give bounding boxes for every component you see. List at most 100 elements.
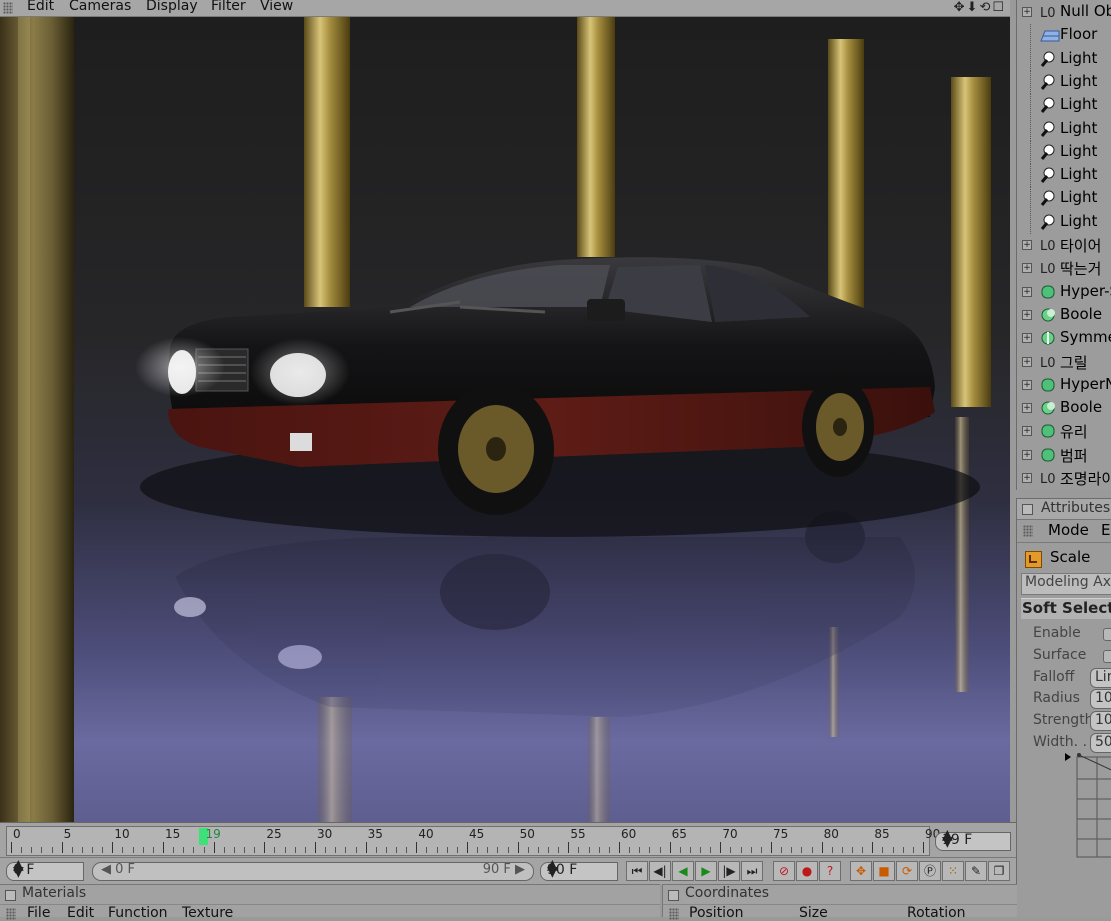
object-row[interactable]: Light	[1017, 94, 1111, 118]
ruler-tick	[51, 847, 53, 853]
prev-frame-button[interactable]: ◀|	[649, 861, 671, 881]
go-to-start-button[interactable]: ⏮	[626, 861, 648, 881]
object-row[interactable]: + L0 그릴	[1017, 351, 1111, 374]
object-row[interactable]: + Symmet	[1017, 327, 1111, 350]
falloff-curve-graph[interactable]	[1063, 749, 1111, 859]
param-value-field[interactable]: 10	[1090, 689, 1111, 710]
object-row[interactable]: Light	[1017, 164, 1111, 188]
play-backward-button[interactable]: ◀	[672, 861, 694, 881]
soft-selection-tab[interactable]: Soft Selectio	[1021, 598, 1111, 619]
object-row[interactable]: + Boole	[1017, 304, 1111, 327]
panel-toggle-box[interactable]	[5, 890, 16, 901]
object-row[interactable]: Light	[1017, 117, 1111, 141]
menubar-grip[interactable]	[3, 2, 13, 14]
current-frame-field[interactable]: 19 F ▲ ▼	[935, 828, 1011, 851]
expand-icon[interactable]: +	[1022, 356, 1032, 367]
object-row[interactable]: Light	[1017, 70, 1111, 94]
object-row[interactable]: + L0 Null Obj	[1017, 1, 1111, 24]
menu-mode[interactable]: Mode	[1048, 521, 1089, 539]
menu-edit[interactable]: Edit	[27, 0, 54, 14]
interpolation-button[interactable]: ✎	[965, 861, 987, 881]
ruler-tick	[264, 842, 266, 853]
param-value-field[interactable]: Line	[1090, 667, 1111, 688]
null-icon: L0	[1039, 470, 1057, 487]
param-checkbox[interactable]	[1103, 628, 1111, 641]
ruler-tick	[679, 847, 681, 853]
expand-icon[interactable]: +	[1022, 473, 1032, 483]
object-row[interactable]: + 유리	[1017, 420, 1111, 443]
scheme-button[interactable]: ❐	[988, 861, 1010, 881]
expand-icon[interactable]: +	[1022, 403, 1032, 414]
object-row[interactable]: + HyperNU	[1017, 374, 1111, 397]
panel-toggle-box[interactable]	[668, 890, 679, 901]
panel-toggle-box[interactable]	[1022, 504, 1033, 515]
materials-menu: File Edit Function Texture	[0, 904, 660, 921]
record-scale-button[interactable]: ■	[873, 861, 895, 881]
record-rotation-button[interactable]: ⟳	[896, 861, 918, 881]
object-row[interactable]: Light	[1017, 210, 1111, 234]
record-parameter-button[interactable]: Ⓟ	[919, 861, 941, 881]
object-row[interactable]: + Boole	[1017, 397, 1111, 420]
expand-icon[interactable]: +	[1022, 426, 1032, 437]
expand-icon[interactable]: +	[1022, 263, 1032, 274]
materials-menu-function[interactable]: Function	[108, 905, 168, 921]
materials-menu-texture[interactable]: Texture	[182, 905, 233, 921]
ruler-tick	[335, 847, 337, 853]
object-row[interactable]: Light	[1017, 187, 1111, 211]
ruler-tick	[558, 847, 560, 853]
expand-icon[interactable]: +	[1022, 286, 1032, 297]
autokey-button[interactable]: ●	[796, 861, 818, 881]
go-to-end-button[interactable]: ⏭	[741, 861, 763, 881]
spin-arrows-icon[interactable]: ▲ ▼	[942, 828, 1008, 849]
ruler-tick	[416, 842, 418, 853]
record-button[interactable]: ⊘	[773, 861, 795, 881]
param-label: Radius	[1033, 690, 1080, 707]
next-frame-button[interactable]: |▶	[718, 861, 740, 881]
menu-filter[interactable]: Filter	[211, 0, 246, 14]
preview-range-slider[interactable]: ◀ 0 F 90 F ▶	[92, 862, 534, 881]
ruler-tick-label: 0	[13, 827, 21, 841]
menu-cameras[interactable]: Cameras	[69, 0, 131, 14]
object-row[interactable]: + L0 조명라이	[1017, 467, 1111, 490]
viewport-nav-icons[interactable]: ✥⬇⟲☐	[954, 0, 1006, 15]
param-checkbox[interactable]	[1103, 649, 1111, 663]
coordinates-grip[interactable]	[669, 908, 679, 920]
3d-viewport[interactable]	[0, 17, 1010, 822]
object-row[interactable]: Floor	[1017, 24, 1111, 48]
expand-icon[interactable]: +	[1022, 240, 1032, 250]
modeling-axis-tab[interactable]: Modeling Axi	[1021, 573, 1111, 595]
keyframe-selection-button[interactable]: ?	[819, 861, 841, 881]
timeline-ruler[interactable]: 0 5 10 15 19 25 30 35 40 45 50 55 60 65 70 75 80 85 90	[6, 826, 940, 856]
menu-view[interactable]: View	[260, 0, 293, 14]
param-value-field[interactable]: 10	[1090, 711, 1111, 732]
object-label: Light	[1060, 95, 1098, 114]
column-position: Position	[689, 905, 744, 921]
materials-menu-edit[interactable]: Edit	[67, 905, 94, 921]
object-row[interactable]: Light	[1017, 47, 1111, 71]
expand-icon[interactable]: +	[1022, 7, 1032, 17]
pole	[577, 17, 615, 257]
object-row[interactable]: + 범퍼	[1017, 444, 1111, 467]
attributes-menu-grip[interactable]	[1023, 525, 1033, 537]
menu-display[interactable]: Display	[146, 0, 198, 14]
record-point-level-button[interactable]: ⁙	[942, 861, 964, 881]
start-frame-field[interactable]: 0 F ▲ ▼	[6, 858, 84, 881]
expand-icon[interactable]: +	[1022, 333, 1032, 344]
object-row[interactable]: + L0 딱는거	[1017, 257, 1111, 280]
play-forward-button[interactable]: ▶	[695, 861, 717, 881]
materials-menu-file[interactable]: File	[27, 905, 50, 921]
car-reflection	[174, 511, 915, 717]
spin-arrows-icon[interactable]: ▲ ▼	[547, 858, 615, 879]
object-label: 범퍼	[1060, 446, 1088, 465]
end-frame-field[interactable]: 90 F ▲ ▼	[540, 858, 618, 881]
object-row[interactable]: Light	[1017, 140, 1111, 164]
expand-icon[interactable]: +	[1022, 379, 1032, 390]
expand-icon[interactable]: +	[1022, 309, 1032, 320]
spin-arrows-icon[interactable]: ▲ ▼	[13, 858, 81, 879]
materials-menu-grip[interactable]	[6, 908, 16, 920]
record-position-button[interactable]: ✥	[850, 861, 872, 881]
object-row[interactable]: + L0 타이어	[1017, 234, 1111, 257]
object-row[interactable]: + Hyper-S	[1017, 281, 1111, 304]
expand-icon[interactable]: +	[1022, 449, 1032, 460]
menu-edit-attr[interactable]: E	[1101, 521, 1110, 539]
